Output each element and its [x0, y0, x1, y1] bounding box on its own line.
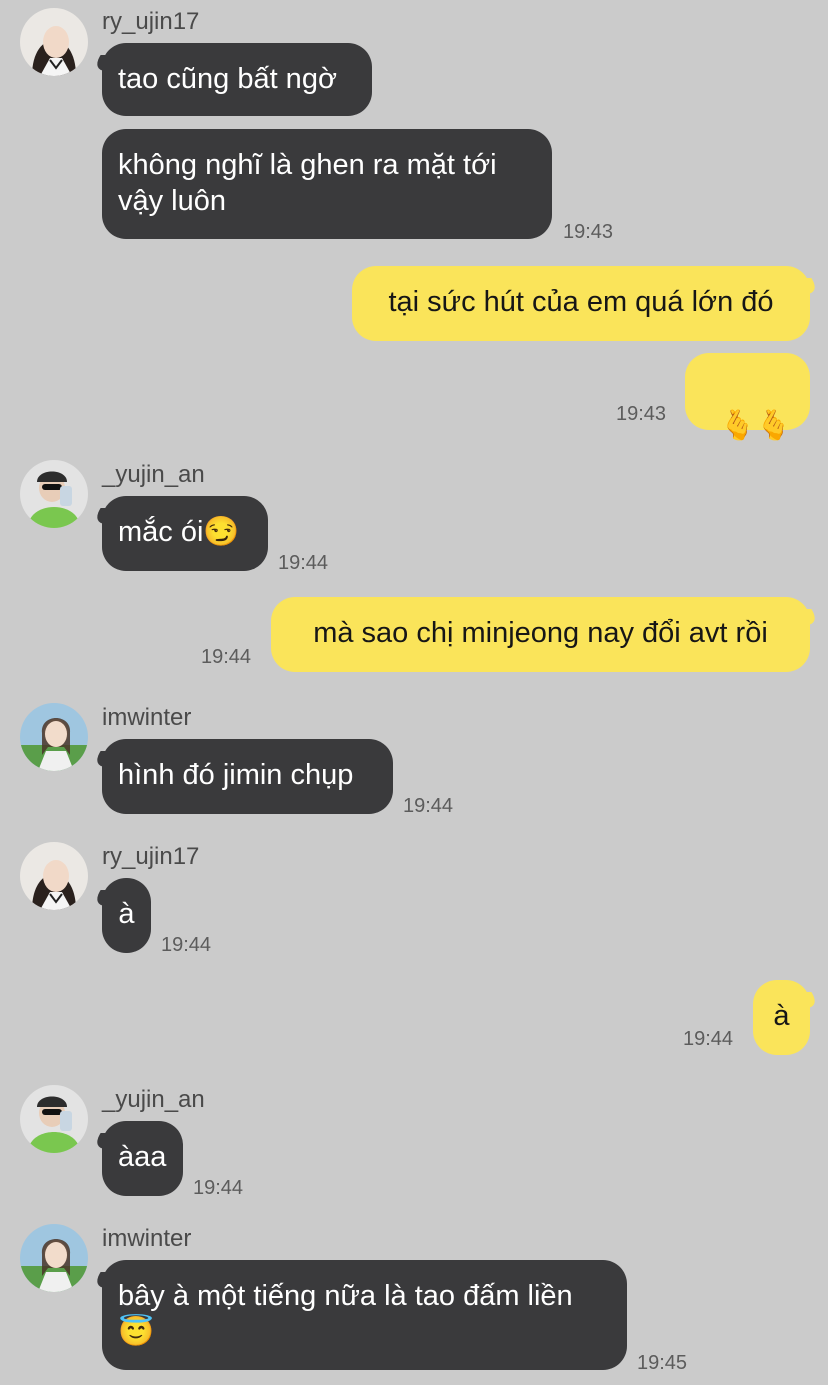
message-bubble-sent[interactable]: 🫰🫰	[685, 353, 810, 442]
username: ry_ujin17	[102, 843, 200, 870]
timestamp: 19:44	[403, 795, 454, 817]
timestamp: 19:44	[161, 934, 212, 956]
avatar-imwinter[interactable]	[20, 1224, 88, 1292]
profile-photo-icon	[20, 1085, 88, 1153]
message-bubble[interactable]: không nghĩ là ghen ra mặt tới vậy luôn	[102, 129, 552, 239]
username: imwinter	[102, 1225, 192, 1252]
username: ry_ujin17	[102, 8, 200, 35]
message-bubble[interactable]: mắc ói😏	[102, 496, 268, 571]
profile-photo-icon	[20, 8, 88, 76]
profile-photo-icon	[20, 703, 88, 771]
avatar-yujin-an[interactable]	[20, 460, 88, 528]
username: _yujin_an	[102, 461, 205, 488]
profile-photo-icon	[20, 460, 88, 528]
avatar-yujin-an[interactable]	[20, 1085, 88, 1153]
message-bubble[interactable]: hình đó jimin chụp	[102, 739, 393, 814]
profile-photo-icon	[20, 1224, 88, 1292]
timestamp: 19:43	[616, 403, 667, 425]
avatar-ry-ujin17[interactable]	[20, 8, 88, 76]
timestamp: 19:45	[637, 1352, 688, 1374]
timestamp: 19:43	[563, 221, 614, 243]
message-bubble[interactable]: àaa	[102, 1121, 183, 1196]
message-bubble[interactable]: bây à một tiếng nữa là tao đấm liền 😇	[102, 1260, 627, 1370]
message-bubble[interactable]: tao cũng bất ngờ	[102, 43, 372, 116]
username: imwinter	[102, 704, 192, 731]
pinch-hand-emoji: 🫰🫰	[719, 408, 792, 442]
timestamp: 19:44	[278, 552, 329, 574]
message-bubble-sent[interactable]: à	[753, 980, 810, 1055]
message-bubble-sent[interactable]: mà sao chị minjeong nay đổi avt rồi	[271, 597, 810, 672]
timestamp: 19:44	[201, 646, 252, 668]
avatar-imwinter[interactable]	[20, 703, 88, 771]
username: _yujin_an	[102, 1086, 205, 1113]
message-bubble[interactable]: à	[102, 878, 151, 953]
message-bubble-sent[interactable]: tại sức hút của em quá lớn đó	[352, 266, 810, 341]
profile-photo-icon	[20, 842, 88, 910]
timestamp: 19:44	[193, 1177, 244, 1199]
timestamp: 19:44	[683, 1028, 734, 1050]
avatar-ry-ujin17[interactable]	[20, 842, 88, 910]
